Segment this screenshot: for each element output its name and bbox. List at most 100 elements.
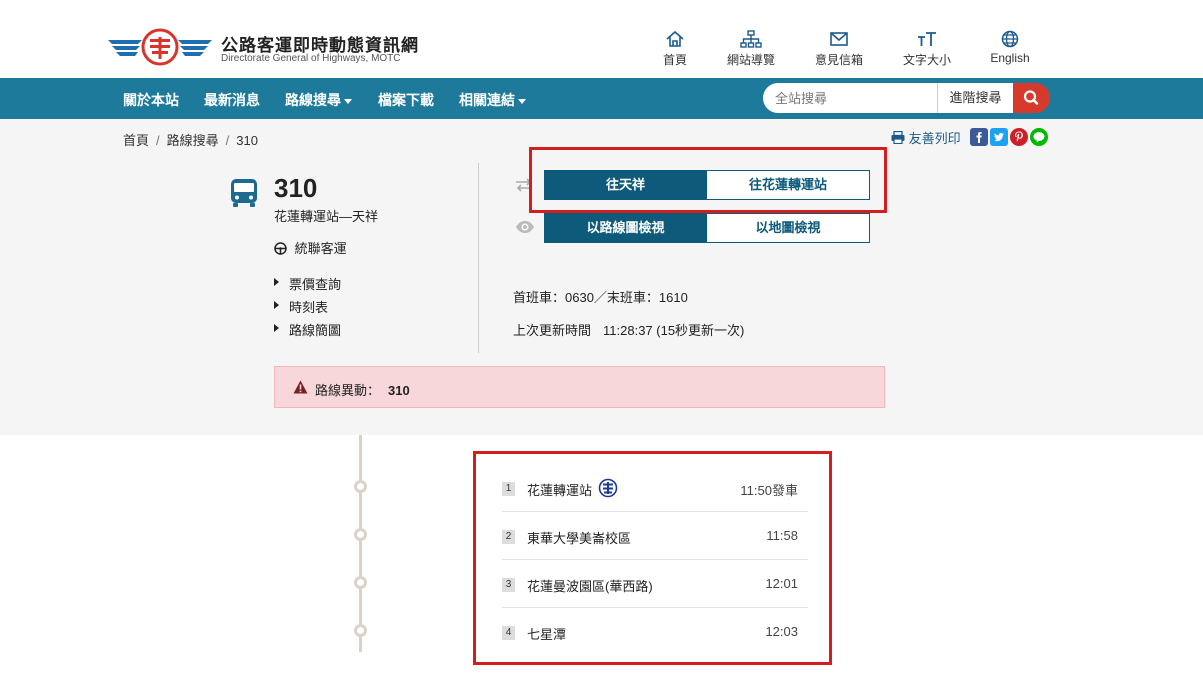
route-map-link[interactable]: 路線簡圖 xyxy=(274,320,342,338)
eye-icon xyxy=(516,221,534,233)
direction-tab-hualien-station[interactable]: 往花蓮轉運站 xyxy=(706,170,870,200)
nav-news[interactable]: 最新消息 xyxy=(204,90,260,110)
home-icon xyxy=(666,30,684,47)
breadcrumb-separator: / xyxy=(156,133,160,148)
advanced-search-button[interactable]: 進階搜尋 xyxy=(937,83,1013,113)
font-size-icon xyxy=(918,32,936,46)
timeline-node xyxy=(354,528,367,541)
pinterest-share-button[interactable] xyxy=(1010,128,1028,146)
route-side-links: 票價查詢 時刻表 路線簡圖 xyxy=(274,274,341,343)
toplink-sitemap[interactable]: 網站導覽 xyxy=(716,30,786,68)
print-button[interactable]: 友善列印 xyxy=(891,128,961,147)
caret-right-icon xyxy=(274,278,279,286)
fare-query-link[interactable]: 票價查詢 xyxy=(274,274,342,292)
toplink-label: 首頁 xyxy=(662,53,687,67)
breadcrumb-separator: / xyxy=(225,133,230,148)
view-tab-map[interactable]: 以地圖檢視 xyxy=(706,213,870,243)
facebook-icon xyxy=(976,132,982,143)
view-tab-route-diagram[interactable]: 以路線圖檢視 xyxy=(544,213,707,243)
stop-row[interactable]: 4 七星潭 12:03 xyxy=(502,608,808,656)
divider xyxy=(478,163,479,353)
sitemap-icon xyxy=(740,30,762,48)
toplink-label: 網站導覽 xyxy=(726,53,775,67)
search-icon xyxy=(1023,90,1039,105)
timeline-node xyxy=(354,576,367,589)
search-button[interactable] xyxy=(1013,83,1050,113)
nav-downloads[interactable]: 檔案下載 xyxy=(378,90,434,110)
pinterest-icon xyxy=(1015,131,1023,142)
timeline-node xyxy=(354,624,367,637)
toplink-english[interactable]: English xyxy=(975,30,1045,65)
toplink-font-size[interactable]: 文字大小 xyxy=(892,30,962,68)
toplink-home[interactable]: 首頁 xyxy=(640,30,710,68)
side-link-label: 路線簡圖 xyxy=(289,323,342,338)
caret-right-icon xyxy=(274,324,279,332)
toplink-label: 意見信箱 xyxy=(814,53,863,67)
mail-icon xyxy=(830,32,848,46)
first-last-bus: 首班車：0630／末班車：1610 xyxy=(513,290,688,305)
line-share-button[interactable] xyxy=(1030,128,1048,146)
globe-icon xyxy=(1001,30,1019,48)
twitter-icon xyxy=(994,133,1004,142)
toplink-mailbox[interactable]: 意見信箱 xyxy=(804,30,874,68)
timeline-node xyxy=(354,480,367,493)
stop-name: 東華大學美崙校區 xyxy=(527,531,632,546)
swap-direction-icon xyxy=(516,178,532,192)
last-update-label: 上次更新時間 xyxy=(513,323,592,338)
bus-icon xyxy=(231,179,257,207)
line-icon xyxy=(1033,132,1045,143)
caret-down-icon xyxy=(518,98,526,104)
nav-route-search-label: 路線搜尋 xyxy=(285,92,341,108)
route-number: 310 xyxy=(274,173,318,203)
direction-tab-tianxiang[interactable]: 往天祥 xyxy=(544,170,707,200)
stop-time: 11:58 xyxy=(766,528,798,543)
facebook-share-button[interactable] xyxy=(970,128,988,146)
caret-right-icon xyxy=(274,301,279,309)
stop-row[interactable]: 1 花蓮轉運站 11:50發車 xyxy=(502,464,808,512)
stop-time: 12:03 xyxy=(765,624,798,639)
stop-seq: 2 xyxy=(502,530,515,544)
warning-icon xyxy=(293,380,308,394)
stop-seq: 3 xyxy=(502,578,515,592)
site-search-input[interactable] xyxy=(763,83,938,113)
steering-wheel-icon xyxy=(274,242,287,255)
stop-seq: 1 xyxy=(502,482,515,496)
route-name: 花蓮轉運站—天祥 xyxy=(274,209,379,224)
side-link-label: 票價查詢 xyxy=(289,277,342,292)
site-header: 公路客運即時動態資訊網 Directorate General of Highw… xyxy=(0,0,1203,78)
last-update-value: 11:28:37 (15秒更新一次) xyxy=(603,323,745,338)
toplink-label: English xyxy=(990,51,1030,65)
stop-row[interactable]: 2 東華大學美崙校區 11:58 xyxy=(502,512,808,560)
operator-name: 統聯客運 xyxy=(294,241,347,256)
nav-route-search[interactable]: 路線搜尋 xyxy=(285,90,352,110)
route-change-alert[interactable]: 路線異動： 310 xyxy=(274,366,885,408)
side-link-label: 時刻表 xyxy=(289,300,329,315)
alert-value: 310 xyxy=(388,383,410,398)
operator-link[interactable]: 統聯客運 xyxy=(274,238,347,257)
breadcrumb: 首頁 / 路線搜尋 / 310 xyxy=(123,130,258,149)
site-subtitle: Directorate General of Highways, MOTC xyxy=(221,53,401,64)
railway-station-icon xyxy=(598,478,618,498)
breadcrumb-current: 310 xyxy=(236,133,258,148)
nav-related-links-label: 相關連結 xyxy=(459,92,515,108)
breadcrumb-route-search[interactable]: 路線搜尋 xyxy=(167,133,219,148)
stop-name: 花蓮轉運站 xyxy=(527,483,593,498)
alert-label: 路線異動： xyxy=(315,383,381,398)
toplink-label: 文字大小 xyxy=(902,53,951,67)
alert-text: 路線異動： 310 xyxy=(315,380,410,399)
stop-name: 七星潭 xyxy=(527,627,567,642)
stop-row[interactable]: 3 花蓮曼波園區(華西路) 12:01 xyxy=(502,560,808,608)
timetable-link[interactable]: 時刻表 xyxy=(274,297,341,315)
nav-about[interactable]: 關於本站 xyxy=(123,90,179,110)
last-update: 上次更新時間 11:28:37 (15秒更新一次) xyxy=(513,320,744,339)
stop-name: 花蓮曼波園區(華西路) xyxy=(527,579,653,594)
dgh-logo[interactable] xyxy=(108,28,212,66)
stop-time: 12:01 xyxy=(765,576,798,591)
route-timeline-line xyxy=(359,435,362,652)
nav-related-links[interactable]: 相關連結 xyxy=(459,90,526,110)
caret-down-icon xyxy=(344,98,352,104)
print-label: 友善列印 xyxy=(908,131,961,146)
twitter-share-button[interactable] xyxy=(990,128,1008,146)
breadcrumb-home[interactable]: 首頁 xyxy=(123,133,149,148)
stop-seq: 4 xyxy=(502,626,515,640)
